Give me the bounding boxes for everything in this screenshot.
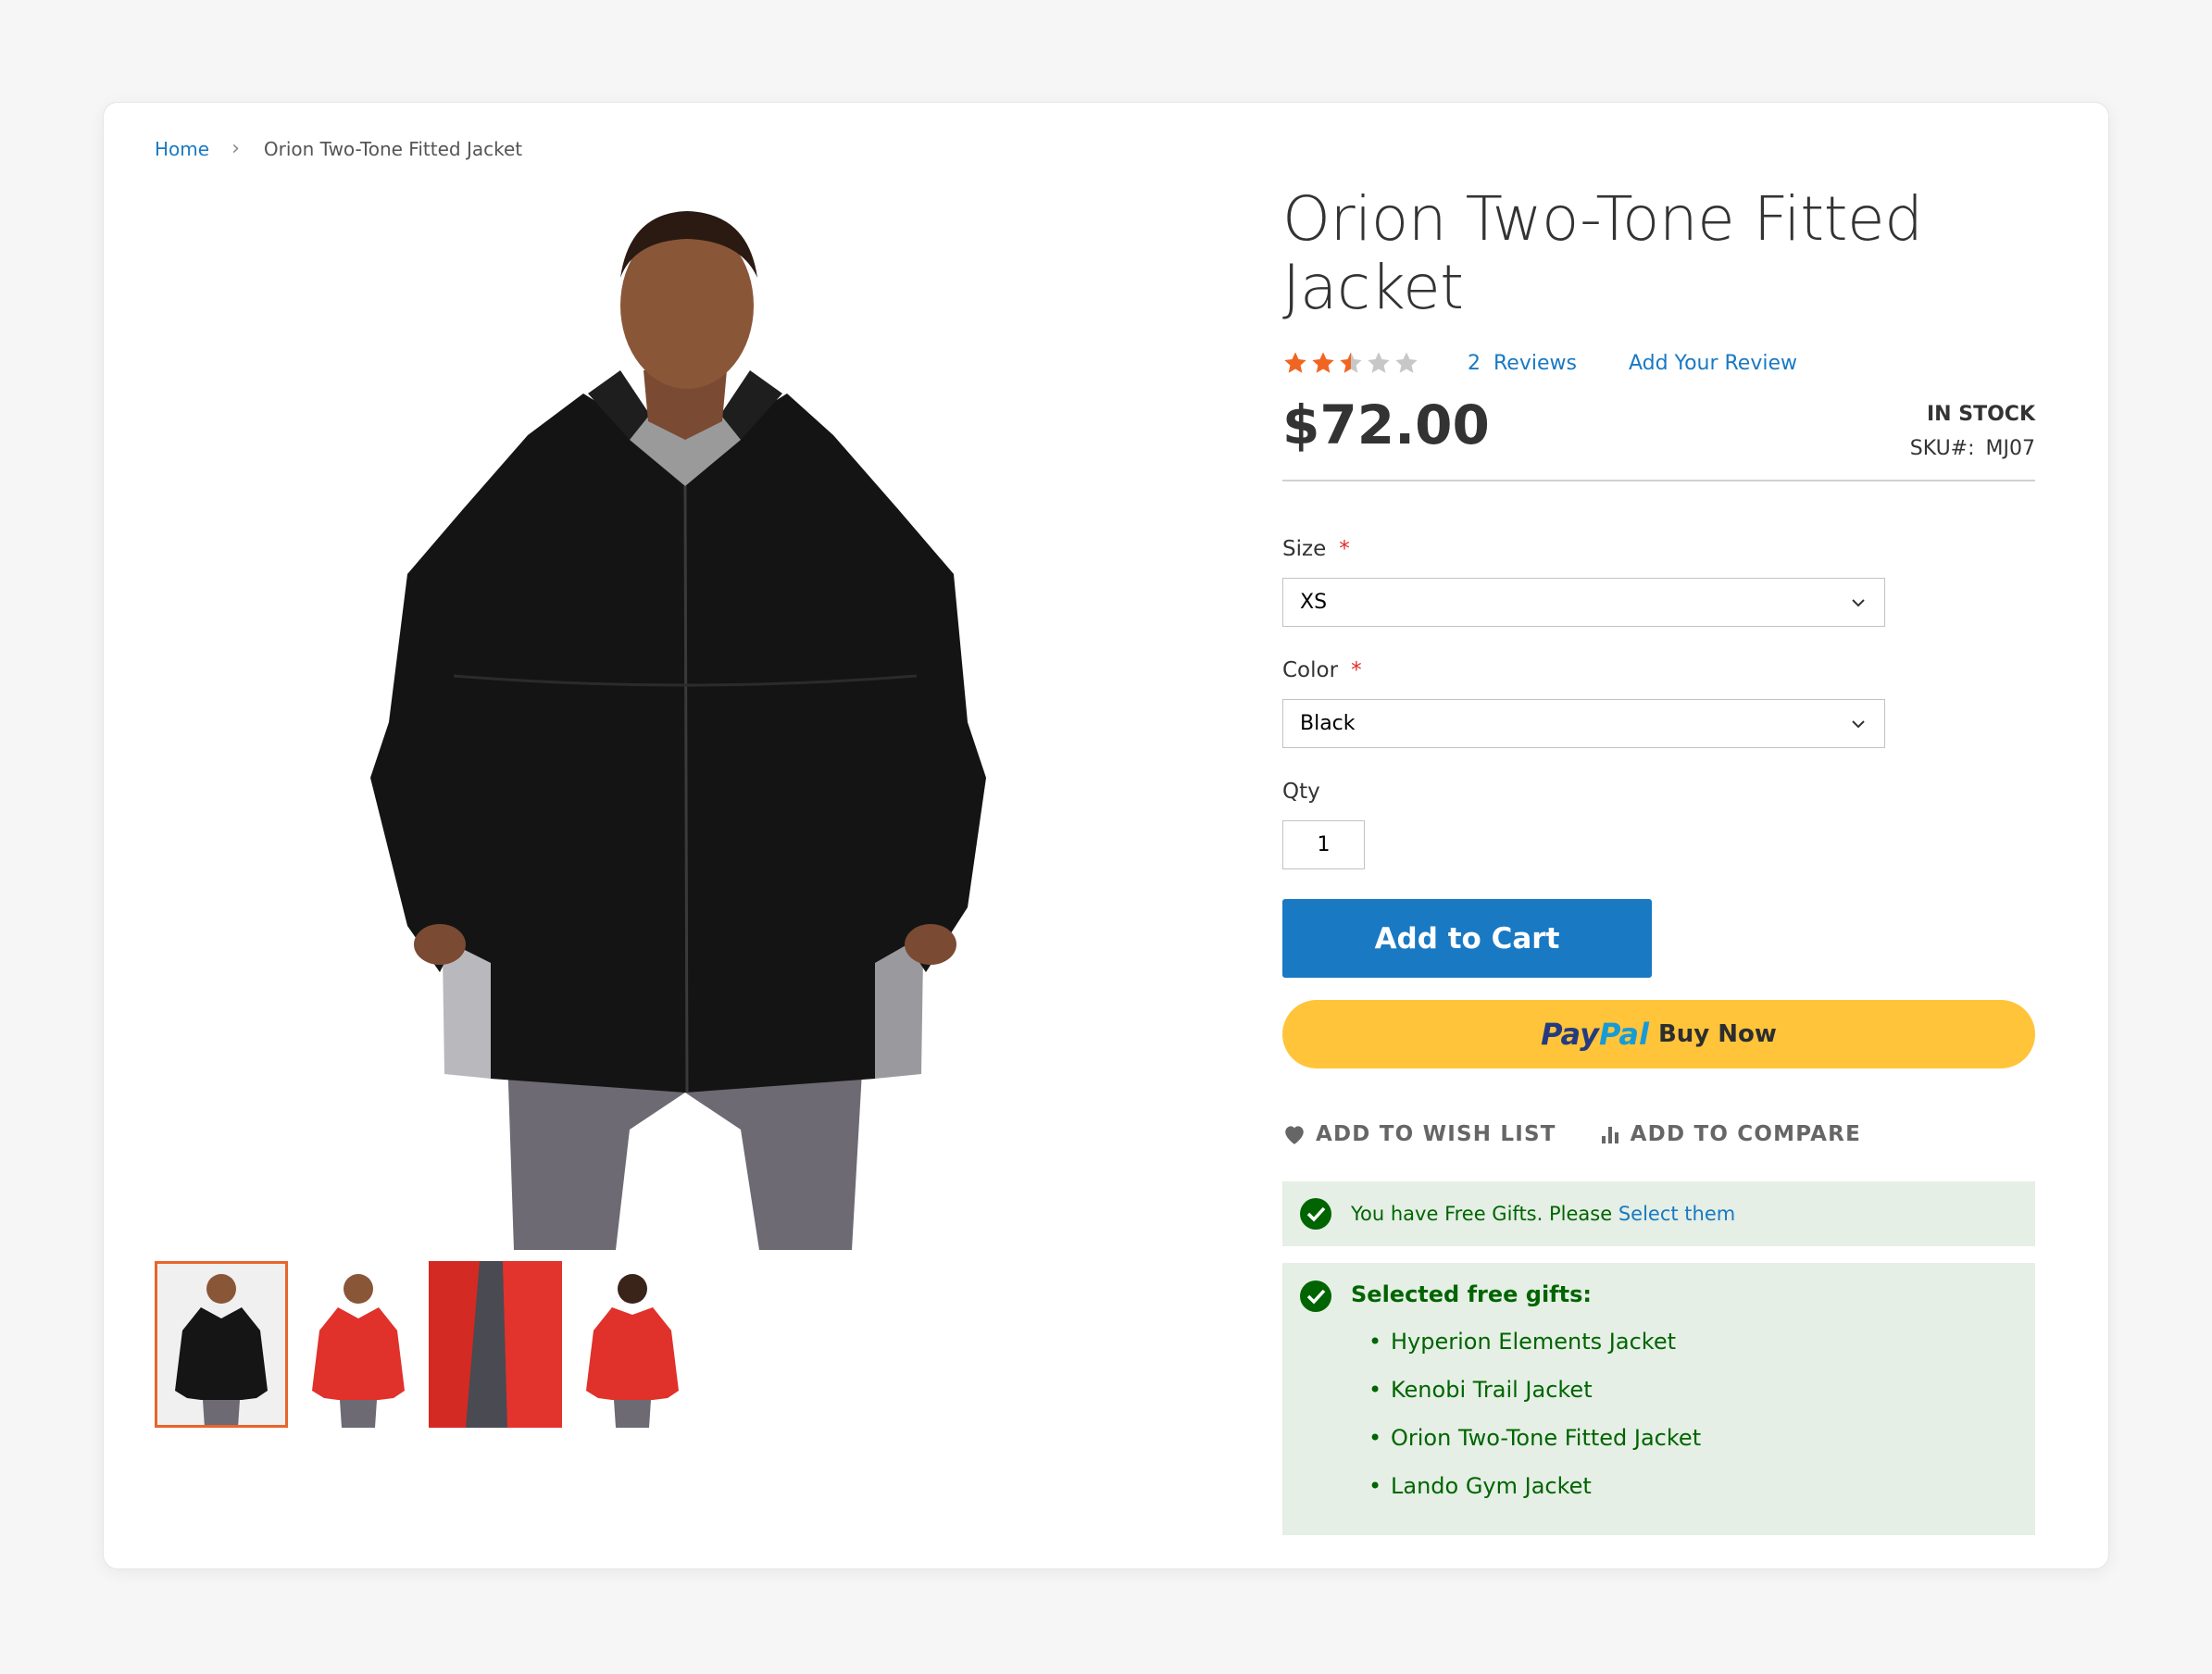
rating-row: 2 Reviews Add Your Review (1282, 347, 1849, 379)
gift-item: Kenobi Trail Jacket (1368, 1376, 1701, 1424)
selected-gifts-heading: Selected free gifts: (1351, 1281, 1592, 1307)
add-to-compare-button[interactable]: ADD TO COMPARE (1599, 1122, 1861, 1146)
free-gifts-notice-prefix: You have Free Gifts. Please (1351, 1203, 1613, 1225)
heart-icon (1285, 1126, 1304, 1144)
star-empty-icon (1368, 352, 1390, 373)
product-price: $72.00 (1282, 394, 1490, 456)
check-circle-icon (1300, 1198, 1331, 1230)
reviews-label: Reviews (1493, 351, 1577, 375)
reviews-count: 2 (1468, 351, 1481, 375)
product-title: Orion Two-Tone Fitted Jacket (1282, 183, 1923, 323)
divider (1282, 480, 2035, 481)
thumbnail-image (155, 1261, 288, 1428)
product-actions: ADD TO WISH LIST ADD TO COMPARE (1282, 1122, 1861, 1146)
selected-gifts-list: Hyperion Elements Jacket Kenobi Trail Ja… (1368, 1328, 1701, 1520)
check-circle-icon (1300, 1280, 1331, 1312)
star-full-icon (1284, 352, 1306, 373)
free-gifts-notice-text: You have Free Gifts. Please Select them (1351, 1203, 1735, 1225)
gift-item: Lando Gym Jacket (1368, 1472, 1701, 1520)
color-select[interactable]: Black (1282, 699, 1885, 748)
chevron-down-icon (1852, 599, 1865, 607)
size-label-text: Size (1282, 537, 1327, 561)
selected-gifts-panel: Selected free gifts: Hyperion Elements J… (1282, 1263, 2035, 1535)
thumbnail-red-front[interactable] (292, 1261, 425, 1428)
add-to-cart-button[interactable]: Add to Cart (1282, 899, 1652, 978)
paypal-buy-now-label: Buy Now (1657, 1020, 1777, 1048)
size-selected-value: XS (1300, 591, 1328, 614)
product-sku: SKU#: MJ07 (1910, 437, 2035, 460)
stock-status: IN STOCK (1926, 403, 2035, 426)
sku-value: MJ07 (1985, 437, 2035, 460)
select-gifts-link[interactable]: Select them (1618, 1203, 1735, 1225)
color-label-text: Color (1282, 658, 1339, 682)
thumbnail-strip (155, 1261, 703, 1428)
thumbnail-red-detail[interactable] (429, 1261, 562, 1428)
thumbnail-image (429, 1261, 562, 1428)
chevron-down-icon (1852, 720, 1865, 729)
star-empty-icon (1395, 352, 1418, 373)
bar-chart-icon (1601, 1127, 1618, 1143)
qty-input[interactable]: 1 (1282, 820, 1365, 869)
thumbnail-image (566, 1261, 699, 1428)
compare-label: ADD TO COMPARE (1630, 1122, 1861, 1146)
free-gifts-notice: You have Free Gifts. Please Select them (1282, 1181, 2035, 1246)
color-label: Color * (1282, 658, 1362, 682)
paypal-buy-now-button[interactable]: Pay Pal Buy Now (1282, 1000, 2035, 1068)
size-select[interactable]: XS (1282, 578, 1885, 627)
qty-label: Qty (1282, 780, 1320, 804)
rating-stars (1282, 350, 1419, 376)
breadcrumb: Home › Orion Two-Tone Fitted Jacket (155, 137, 522, 160)
paypal-logo-pay: Pay (1541, 1017, 1599, 1052)
paypal-logo-pal: Pal (1598, 1017, 1649, 1052)
gift-item: Hyperion Elements Jacket (1368, 1328, 1701, 1376)
wish-list-label: ADD TO WISH LIST (1316, 1122, 1556, 1146)
sku-label: SKU#: (1909, 437, 1975, 460)
breadcrumb-separator-icon: › (231, 137, 240, 160)
reviews-link[interactable]: 2 Reviews (1468, 352, 1577, 375)
breadcrumb-current: Orion Two-Tone Fitted Jacket (263, 137, 523, 160)
add-review-link[interactable]: Add Your Review (1629, 352, 1797, 375)
star-half-icon (1340, 352, 1362, 373)
product-main-image[interactable] (352, 204, 1019, 1250)
thumbnail-red-back[interactable] (566, 1261, 699, 1428)
gift-item: Orion Two-Tone Fitted Jacket (1368, 1424, 1701, 1472)
size-label: Size * (1282, 537, 1350, 561)
required-marker: * (1339, 537, 1350, 561)
breadcrumb-home-link[interactable]: Home (155, 138, 209, 160)
star-full-icon (1312, 352, 1334, 373)
thumbnail-image (292, 1261, 425, 1428)
add-to-wish-list-button[interactable]: ADD TO WISH LIST (1282, 1122, 1556, 1146)
thumbnail-black-front[interactable] (155, 1261, 288, 1428)
required-marker: * (1351, 658, 1362, 682)
color-selected-value: Black (1300, 712, 1356, 735)
